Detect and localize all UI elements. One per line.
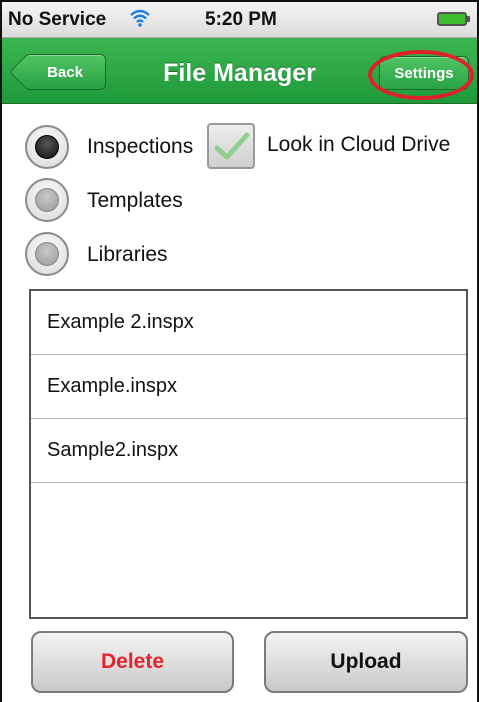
list-item[interactable]: Sample2.inspx <box>31 419 466 483</box>
navigation-bar: Back File Manager Settings <box>2 38 477 104</box>
list-item[interactable]: Example 2.inspx <box>31 291 466 355</box>
carrier-label: No Service <box>8 9 107 30</box>
settings-button[interactable]: Settings <box>379 56 469 90</box>
battery-icon <box>437 12 470 26</box>
radio-label-templates: Templates <box>87 189 183 212</box>
radio-dot <box>35 188 59 212</box>
radio-templates[interactable] <box>25 178 69 222</box>
radio-inspections[interactable] <box>25 125 69 169</box>
list-item[interactable]: Example.inspx <box>31 355 466 419</box>
delete-button[interactable]: Delete <box>31 631 234 693</box>
status-time: 5:20 PM <box>205 9 277 30</box>
radio-label-inspections: Inspections <box>87 135 194 158</box>
cloud-drive-checkbox[interactable] <box>207 123 255 169</box>
radio-label-libraries: Libraries <box>87 243 168 266</box>
check-icon <box>214 132 250 160</box>
cloud-drive-label: Look in Cloud Drive <box>267 133 451 156</box>
status-bar: No Service 5:20 PM <box>2 2 477 38</box>
file-list[interactable]: Example 2.inspx Example.inspx Sample2.in… <box>29 289 468 619</box>
upload-button[interactable]: Upload <box>264 631 468 693</box>
radio-libraries[interactable] <box>25 232 69 276</box>
wifi-icon <box>129 7 151 29</box>
app-screen: No Service 5:20 PM Back File Manager Set… <box>0 0 479 702</box>
back-button-label: Back <box>47 63 83 81</box>
radio-dot <box>35 135 59 159</box>
radio-dot <box>35 242 59 266</box>
